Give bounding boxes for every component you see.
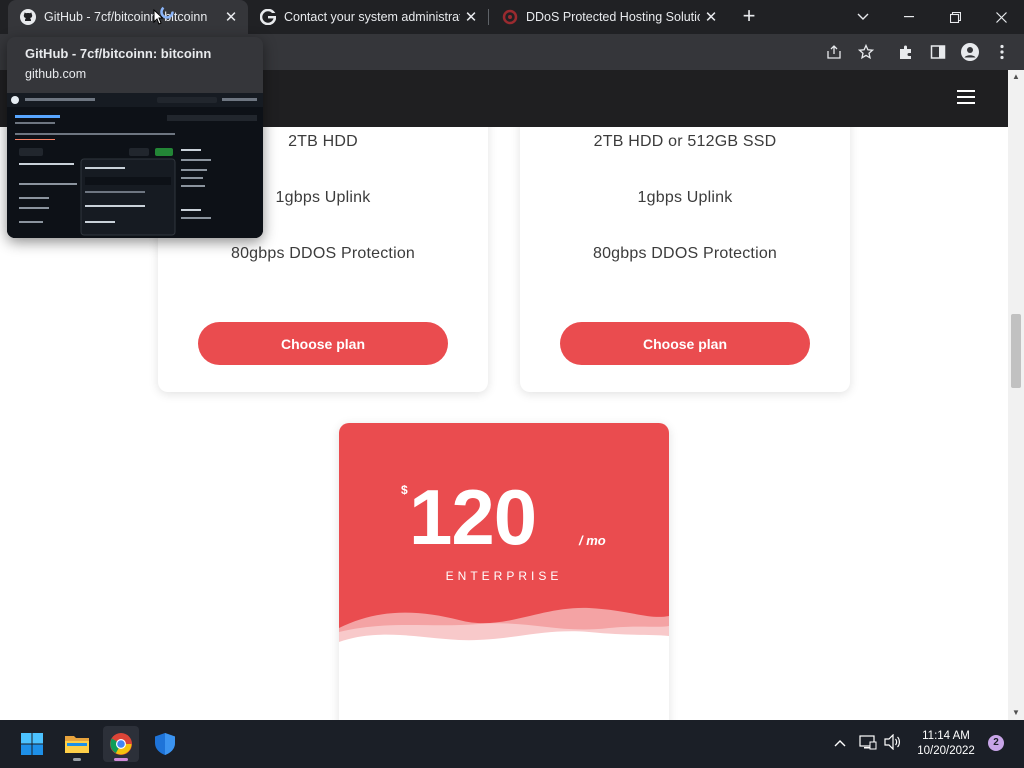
side-panel-icon [930, 45, 946, 59]
active-indicator [114, 758, 128, 761]
tab-title: Contact your system administrator [284, 10, 460, 24]
tab-search-button[interactable] [840, 0, 886, 34]
minimize-icon [904, 16, 914, 18]
running-indicator [73, 758, 81, 761]
share-icon [827, 45, 841, 59]
plan-feature: 2TB HDD or 512GB SSD [593, 133, 777, 150]
extensions-button[interactable] [894, 40, 918, 64]
hamburger-menu-icon[interactable] [957, 90, 975, 104]
menu-button[interactable] [990, 40, 1014, 64]
network-button[interactable] [859, 734, 877, 753]
tab-github[interactable]: GitHub - 7cf/bitcoinn: bitcoinn ✕ [8, 0, 248, 34]
vertical-scrollbar[interactable]: ▲ ▼ [1008, 70, 1024, 720]
hover-card-title: GitHub - 7cf/bitcoinn: bitcoinn [25, 46, 212, 61]
restore-icon [949, 11, 961, 23]
price-currency: $ [401, 483, 408, 497]
close-window-button[interactable] [978, 0, 1024, 34]
share-button[interactable] [822, 40, 846, 64]
plan-feature: 80gbps DDOS Protection [592, 245, 778, 262]
scroll-up-arrow-icon[interactable]: ▲ [1008, 70, 1024, 84]
clock-time: 11:14 AM [922, 730, 970, 742]
chevron-up-icon [834, 740, 846, 747]
scrollbar-thumb[interactable] [1011, 314, 1021, 388]
price-period: / mo [579, 533, 606, 548]
start-button[interactable] [14, 726, 50, 762]
github-page-thumbnail [7, 93, 263, 238]
plan-card: 2TB HDD or 512GB SSD 1gbps Uplink 80gbps… [520, 110, 850, 392]
bookmark-button[interactable] [854, 40, 878, 64]
close-icon[interactable]: ✕ [460, 8, 482, 26]
windows-start-icon [21, 733, 43, 755]
plan-feature: 80gbps DDOS Protection [230, 245, 416, 262]
notification-badge[interactable]: 2 [988, 735, 1004, 751]
ddos-site-icon [502, 9, 518, 25]
profile-button[interactable] [958, 40, 982, 64]
price-amount: 120 [409, 473, 537, 561]
file-explorer-button[interactable] [59, 726, 95, 762]
enterprise-plan-card: $ 120 / mo ENTERPRISE [339, 423, 669, 720]
wave-decoration [339, 607, 669, 658]
chrome-icon [110, 733, 132, 755]
clock-date: 10/20/2022 [917, 745, 975, 757]
plan-name: ENTERPRISE [445, 569, 563, 583]
star-icon [858, 44, 874, 60]
volume-button[interactable] [884, 733, 902, 753]
choose-plan-button[interactable]: Choose plan [198, 322, 448, 365]
show-hidden-icons-button[interactable] [834, 734, 846, 750]
minimize-button[interactable] [886, 0, 932, 34]
tab-separator [488, 9, 489, 25]
new-tab-button[interactable]: + [736, 4, 762, 30]
browser-tab-bar: GitHub - 7cf/bitcoinn: bitcoinn ✕ Contac… [0, 0, 1024, 34]
windows-security-button[interactable] [147, 726, 183, 762]
mouse-cursor-icon [153, 9, 163, 25]
google-icon [260, 9, 276, 25]
restore-button[interactable] [932, 0, 978, 34]
side-panel-button[interactable] [926, 40, 950, 64]
hover-card-url: github.com [25, 67, 87, 81]
file-explorer-icon [65, 736, 89, 753]
tab-contact-admin[interactable]: Contact your system administrator ✕ [248, 0, 488, 34]
chrome-taskbar-button[interactable] [103, 726, 139, 762]
close-icon [995, 11, 1007, 23]
puzzle-icon [900, 45, 911, 59]
tab-title: DDoS Protected Hosting Solutions [526, 10, 700, 24]
windows-taskbar: 11:14 AM 10/20/2022 [0, 720, 1024, 768]
github-icon [20, 9, 36, 25]
tab-hover-card: GitHub - 7cf/bitcoinn: bitcoinn github.c… [7, 37, 263, 238]
chevron-down-icon [857, 13, 869, 20]
plan-feature: 1gbps Uplink [637, 189, 733, 206]
network-icon [859, 735, 877, 750]
close-icon[interactable]: ✕ [700, 8, 722, 26]
tab-ddos-hosting[interactable]: DDoS Protected Hosting Solutions ✕ [490, 0, 728, 34]
kebab-menu-icon [1000, 44, 1004, 60]
scroll-down-arrow-icon[interactable]: ▼ [1008, 706, 1024, 720]
close-icon[interactable]: ✕ [220, 8, 242, 26]
tab-title: GitHub - 7cf/bitcoinn: bitcoinn [44, 10, 208, 24]
system-clock[interactable]: 11:14 AM 10/20/2022 [915, 729, 977, 759]
speaker-icon [884, 733, 900, 751]
choose-plan-button[interactable]: Choose plan [560, 322, 810, 365]
windows-security-icon [155, 733, 175, 755]
avatar-icon [961, 43, 979, 61]
